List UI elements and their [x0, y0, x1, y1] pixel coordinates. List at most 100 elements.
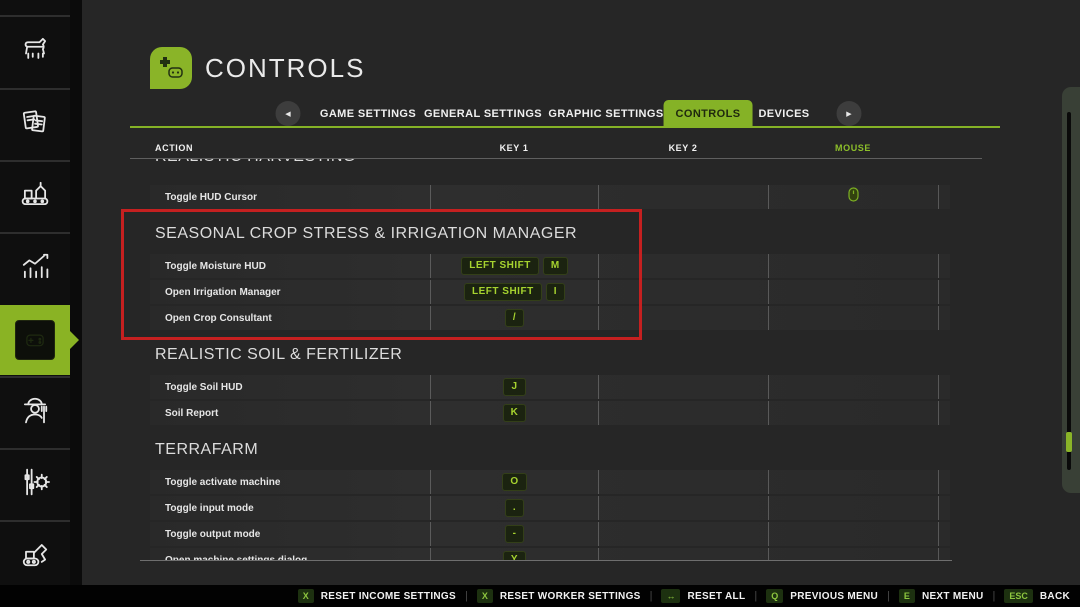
key1-cell[interactable]: O: [430, 470, 598, 494]
mouse-cell[interactable]: [768, 548, 938, 560]
sidebar-item-sliders-gear[interactable]: [0, 449, 70, 520]
key2-cell[interactable]: [598, 306, 768, 330]
scrollbar-track[interactable]: [1067, 112, 1071, 470]
mouse-cell[interactable]: [768, 375, 938, 399]
footer-separator: |: [993, 590, 996, 602]
key2-cell[interactable]: [598, 280, 768, 304]
action-label: Toggle HUD Cursor: [150, 185, 430, 209]
statistics-icon: [17, 248, 53, 289]
animals-cow-icon: [17, 31, 53, 72]
hotkey-badge: X: [298, 589, 314, 603]
key2-cell[interactable]: [598, 254, 768, 278]
sidebar-item-map[interactable]: [0, 0, 70, 14]
sidebar-item-statistics[interactable]: [0, 233, 70, 304]
key2-cell[interactable]: [598, 548, 768, 560]
footer-button-reset-income-settings[interactable]: XRESET INCOME SETTINGS: [298, 589, 456, 603]
key-badge[interactable]: LEFT SHIFT: [464, 283, 542, 301]
sidebar-item-controls-menu[interactable]: [0, 305, 70, 375]
sidebar-item-animals-cow[interactable]: [0, 16, 70, 87]
keybind-row[interactable]: Toggle output mode-: [150, 522, 950, 546]
key-badge[interactable]: K: [503, 404, 527, 422]
scrollbar-thumb[interactable]: [1066, 432, 1072, 452]
hotkey-badge: ↔: [661, 589, 680, 603]
section-realistic-harvesting: REALISTIC HARVESTINGToggle HUD Cursor: [130, 159, 985, 209]
key1-cell[interactable]: LEFT SHIFTI: [430, 280, 598, 304]
column-header-action: ACTION: [155, 143, 193, 153]
tab-controls[interactable]: CONTROLS: [664, 100, 753, 128]
mouse-cell[interactable]: [768, 280, 938, 304]
footer-hotkey-bar: XRESET INCOME SETTINGS | XRESET WORKER SET…: [0, 585, 1080, 607]
key1-cell[interactable]: K: [430, 401, 598, 425]
mouse-cell[interactable]: [768, 496, 938, 520]
key2-cell[interactable]: [598, 185, 768, 209]
section-title: REALISTIC SOIL & FERTILIZER: [130, 346, 985, 366]
mouse-cell[interactable]: [768, 185, 938, 209]
next-tab-button[interactable]: ▶: [837, 101, 862, 126]
action-label: Toggle input mode: [150, 496, 430, 520]
footer-button-back[interactable]: ESCBACK: [1004, 589, 1070, 603]
footer-button-next-menu[interactable]: ENEXT MENU: [899, 589, 984, 603]
keybind-row[interactable]: Toggle input mode.: [150, 496, 950, 520]
key2-cell[interactable]: [598, 401, 768, 425]
sidebar-item-farmer[interactable]: [0, 377, 70, 448]
keybind-row[interactable]: Open Irrigation ManagerLEFT SHIFTI: [150, 280, 950, 304]
key1-cell[interactable]: J: [430, 375, 598, 399]
keybind-row[interactable]: Soil ReportK: [150, 401, 950, 425]
action-label: Toggle Soil HUD: [150, 375, 430, 399]
section-realistic-soil-fertilizer: REALISTIC SOIL & FERTILIZER Toggle Soil H…: [130, 346, 985, 425]
scrollbar[interactable]: [1062, 87, 1080, 493]
keybind-row[interactable]: Toggle activate machineO: [150, 470, 950, 494]
key2-cell[interactable]: [598, 496, 768, 520]
footer-button-previous-menu[interactable]: QPREVIOUS MENU: [766, 589, 878, 603]
footer-separator: |: [465, 590, 468, 602]
key-badge[interactable]: I: [546, 283, 565, 301]
key1-cell[interactable]: LEFT SHIFTM: [430, 254, 598, 278]
column-header-key-2: KEY 2: [669, 143, 698, 153]
tab-game-settings[interactable]: GAME SETTINGS: [308, 100, 428, 128]
footer-button-label: BACK: [1040, 591, 1070, 602]
sidebar-item-excavator[interactable]: [0, 521, 70, 592]
mouse-cell[interactable]: [768, 401, 938, 425]
sidebar-item-contracts-documents[interactable]: [0, 89, 70, 160]
footer-button-reset-worker-settings[interactable]: XRESET WORKER SETTINGS: [477, 589, 641, 603]
key-badge[interactable]: -: [505, 525, 525, 543]
tab-graphic-settings[interactable]: GRAPHIC SETTINGS: [536, 100, 675, 128]
key-badge[interactable]: J: [503, 378, 525, 396]
keybind-row[interactable]: Toggle HUD Cursor: [150, 185, 950, 209]
mouse-cell[interactable]: [768, 306, 938, 330]
mouse-cell[interactable]: [768, 254, 938, 278]
section-title: TERRAFARM: [130, 441, 985, 461]
key2-cell[interactable]: [598, 375, 768, 399]
footer-button-label: NEXT MENU: [922, 591, 984, 602]
key1-cell[interactable]: -: [430, 522, 598, 546]
key1-cell[interactable]: Y: [430, 548, 598, 560]
tab-devices[interactable]: DEVICES: [746, 100, 821, 128]
key-badge[interactable]: Y: [503, 551, 526, 560]
key-badge[interactable]: LEFT SHIFT: [461, 257, 539, 275]
mouse-cell[interactable]: [768, 470, 938, 494]
tab-general-settings[interactable]: GENERAL SETTINGS: [412, 100, 554, 128]
key-badge[interactable]: .: [505, 499, 524, 517]
keybind-row[interactable]: Toggle Moisture HUDLEFT SHIFTM: [150, 254, 950, 278]
key-badge[interactable]: O: [502, 473, 526, 491]
keybind-row[interactable]: Open Crop Consultant/: [150, 306, 950, 330]
key1-cell[interactable]: [430, 185, 598, 209]
table-bottom-divider: [140, 560, 952, 561]
row-end: [938, 470, 950, 494]
section-title: SEASONAL CROP STRESS & IRRIGATION MANAGE…: [130, 225, 985, 245]
footer-button-label: PREVIOUS MENU: [790, 591, 878, 602]
key-badge[interactable]: /: [505, 309, 524, 327]
key2-cell[interactable]: [598, 522, 768, 546]
key2-cell[interactable]: [598, 470, 768, 494]
key1-cell[interactable]: /: [430, 306, 598, 330]
footer-button-reset-all[interactable]: ↔RESET ALL: [661, 589, 745, 603]
column-header-mouse: MOUSE: [835, 143, 871, 153]
key-badge[interactable]: M: [543, 257, 568, 275]
keybind-row[interactable]: Open machine settings dialogY: [150, 548, 950, 560]
prev-tab-button[interactable]: ◀: [276, 101, 301, 126]
row-end: [938, 401, 950, 425]
keybind-row[interactable]: Toggle Soil HUD J: [150, 375, 950, 399]
key1-cell[interactable]: .: [430, 496, 598, 520]
mouse-cell[interactable]: [768, 522, 938, 546]
sidebar-item-production[interactable]: [0, 161, 70, 232]
